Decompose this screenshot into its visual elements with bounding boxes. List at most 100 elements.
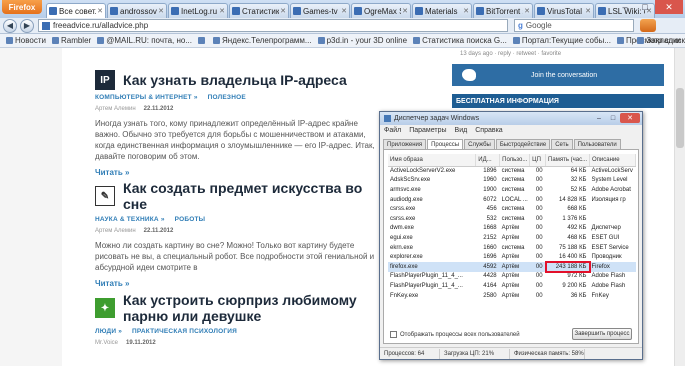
minimize-icon[interactable]: – (615, 0, 635, 14)
close-icon[interactable]: ✕ (219, 7, 225, 15)
column-header[interactable]: Память (час... (545, 154, 590, 167)
browser-tab[interactable]: OgreMax Scene...✕ (351, 3, 411, 18)
column-header[interactable]: Пользо... (499, 154, 531, 167)
menu-help[interactable]: Справка (475, 127, 502, 134)
tab-performance[interactable]: Быстродействие (495, 139, 551, 149)
article-title[interactable]: Как создать предмет искусства во сне (123, 180, 385, 212)
tab-network[interactable]: Сеть (551, 139, 573, 149)
process-cell: 32 КБ (570, 177, 587, 184)
browser-tab[interactable]: InetLog.ru - Анали...✕ (168, 3, 228, 18)
process-row[interactable]: csrss.exe 456 система 00 668 КБ (388, 204, 636, 214)
category-link[interactable]: РОБОТЫ (175, 216, 206, 223)
process-row[interactable]: ActiveLockServerV2.exe 1896 система 00 64 КБ… (388, 166, 636, 176)
process-row[interactable]: armsvc.exe 1900 система 00 52 КБ Adobe Acroba… (388, 185, 636, 195)
close-icon[interactable]: ✕ (97, 7, 103, 15)
column-header[interactable]: ИД... (475, 154, 501, 167)
category-link[interactable]: ЛЮДИ » (95, 328, 122, 335)
process-cell: 00 (535, 168, 543, 175)
bookmarks-menu[interactable]: Закладки (637, 36, 681, 45)
process-row[interactable]: audiodg.exe 6072 LOCAL ... 00 14 828 КБ Изоля… (388, 195, 636, 205)
twitter-join-bar[interactable]: Join the conversation (452, 64, 664, 86)
url-bar[interactable]: freeadvice.ru/alladvice.php (38, 19, 508, 32)
column-header[interactable]: Имя образа (388, 154, 477, 167)
browser-tab[interactable]: Games-tv - Игро...✕ (290, 3, 350, 18)
article-excerpt: Можно ли создать картину во сне? Можно! … (95, 241, 375, 272)
article-categories: КОМПЬЮТЕРЫ & ИНТЕРНЕТ » ПОЛЕЗНОЕ (95, 94, 385, 101)
article-title[interactable]: Как устроить сюрприз любимому парню или … (123, 292, 385, 324)
process-cell: FnKey (591, 292, 609, 299)
process-cell: ekrn.exe (390, 244, 414, 251)
bookmark-item[interactable]: Портал:Текущие собы... (512, 36, 611, 45)
process-row[interactable]: egui.exe 2152 Артём 00 468 КБ ESET GUI (388, 233, 636, 243)
close-icon[interactable]: ✕ (620, 113, 640, 123)
sidebar: 13 days ago · reply · retweet · favorite… (452, 48, 664, 108)
bookmark-item[interactable]: Новости (6, 36, 46, 45)
process-row[interactable]: dwm.exe 1668 Артём 00 492 КБ Диспетчер (388, 224, 636, 234)
bookmark-item[interactable] (198, 37, 207, 44)
forward-button[interactable]: ▶ (20, 18, 34, 33)
scrollbar-thumb[interactable] (676, 88, 684, 148)
process-row[interactable]: firefox.exe 4592 Артём 00 243 188 КБ Firefox (388, 260, 636, 273)
favicon-icon (293, 7, 301, 15)
category-link[interactable]: ПРАКТИЧЕСКАЯ ПСИХОЛОГИЯ (132, 328, 237, 335)
bookmark-item[interactable]: Статистика поиска G... (413, 36, 507, 45)
close-icon[interactable]: ✕ (280, 7, 286, 15)
category-link[interactable]: ПОЛЕЗНОЕ (208, 94, 246, 101)
read-more-link[interactable]: Читать » (95, 279, 385, 288)
task-manager-window: Диспетчер задач Windows – □ ✕ Файл Парам… (379, 111, 643, 360)
category-link[interactable]: КОМПЬЮТЕРЫ & ИНТЕРНЕТ » (95, 94, 198, 101)
back-button[interactable]: ◀ (3, 18, 17, 33)
process-cell: 972 КБ (567, 273, 587, 280)
maximize-icon[interactable]: □ (606, 113, 620, 123)
column-header[interactable]: ЦП (529, 154, 547, 167)
search-input[interactable]: g Google (514, 19, 634, 32)
browser-tab[interactable]: VirusTotal - Free...✕ (534, 3, 594, 18)
article-title[interactable]: Как узнать владельца IP-адреса (123, 72, 347, 88)
firefox-menu-button[interactable]: Firefox (2, 0, 42, 14)
checkbox[interactable] (390, 331, 397, 338)
menu-options[interactable]: Параметры (409, 127, 446, 134)
minimize-icon[interactable]: – (592, 113, 606, 123)
close-icon[interactable]: ✕ (524, 7, 530, 15)
close-icon[interactable]: ✕ (463, 7, 469, 15)
bookmark-item[interactable]: @MAIL.RU: почта, но... (97, 36, 192, 45)
browser-tab[interactable]: BitTorrent загрузки...✕ (473, 3, 533, 18)
process-cell: Adobe Flash (591, 273, 626, 280)
home-button[interactable] (640, 19, 656, 32)
process-row[interactable]: FlashPlayerPlugin_11_4_... 4428 Артём 00 972… (388, 272, 636, 282)
tab-applications[interactable]: Приложения (383, 139, 427, 149)
bookmark-item[interactable]: Яндекс.Телепрограмм... (213, 36, 312, 45)
end-process-button[interactable]: Завершить процесс (572, 328, 632, 340)
show-all-processes-checkbox[interactable]: Отображать процессы всех пользователей (390, 331, 520, 338)
maximize-icon[interactable]: □ (635, 0, 655, 14)
process-row[interactable]: ekrn.exe 1660 система 00 75 188 КБ ESET Servi… (388, 243, 636, 253)
menu-view[interactable]: Вид (455, 127, 468, 134)
article-categories: ЛЮДИ » ПРАКТИЧЕСКАЯ ПСИХОЛОГИЯ (95, 328, 385, 335)
process-cell: 00 (535, 196, 543, 203)
process-row[interactable]: csrss.exe 532 система 00 1 376 КБ (388, 214, 636, 224)
browser-tab[interactable]: Все совет...✕ (46, 3, 106, 18)
close-icon[interactable]: ✕ (402, 7, 408, 15)
close-icon[interactable]: ✕ (341, 7, 347, 15)
process-row[interactable]: FlashPlayerPlugin_11_4_... 4164 Артём 00 9 2… (388, 281, 636, 291)
tab-users[interactable]: Пользователи (573, 139, 621, 149)
read-more-link[interactable]: Читать » (95, 168, 385, 177)
close-icon[interactable]: ✕ (158, 7, 164, 15)
category-link[interactable]: НАУКА & ТЕХНИКА » (95, 216, 165, 223)
browser-tab[interactable]: Статистика поиска...✕ (229, 3, 289, 18)
process-row[interactable]: AdskScSrv.exe 1960 система 00 32 КБ System Le… (388, 176, 636, 186)
page-scrollbar[interactable] (674, 48, 685, 366)
process-row[interactable]: explorer.exe 1696 Артём 00 16 400 КБ Проводни… (388, 252, 636, 262)
bookmark-item[interactable]: Rambler (51, 36, 91, 45)
browser-tab[interactable]: androssov.ru✕ (107, 3, 167, 18)
close-icon[interactable]: ✕ (585, 7, 591, 15)
bookmark-item[interactable]: p3d.in - your 3D online (317, 36, 407, 45)
process-row[interactable]: FnKey.exe 2580 Артём 00 36 КБ FnKey (388, 291, 636, 301)
menu-file[interactable]: Файл (384, 127, 401, 134)
close-window-icon[interactable]: ✕ (655, 0, 683, 14)
column-header[interactable]: Описание (589, 154, 636, 167)
browser-tab[interactable]: Materials ✕ (412, 3, 472, 18)
join-conversation-link[interactable]: Join the conversation (531, 72, 597, 79)
process-cell: 2580 (483, 292, 497, 299)
tab-services[interactable]: Службы (464, 139, 495, 149)
